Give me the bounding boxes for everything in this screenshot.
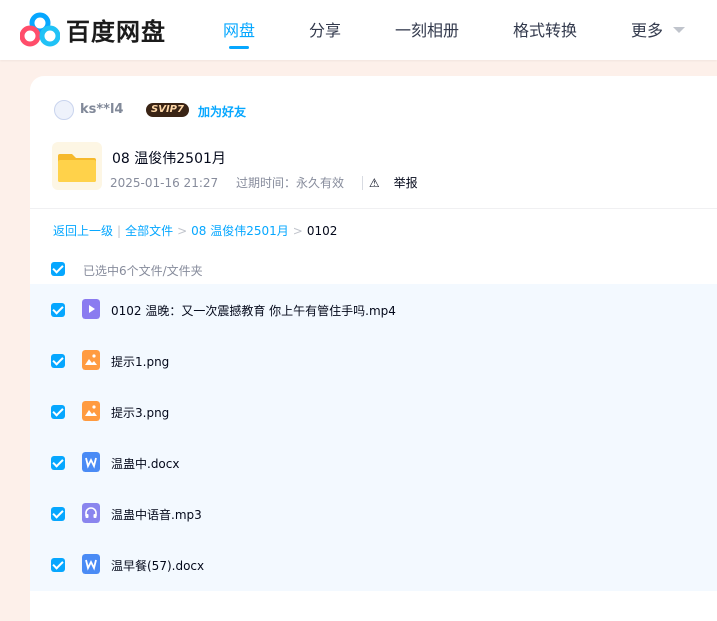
- video-file-icon: [82, 299, 100, 319]
- top-header: 百度网盘 网盘 分享 一刻相册 格式转换 更多: [0, 0, 717, 60]
- share-title: 08 温俊伟2501月: [112, 151, 226, 167]
- report-icon: ⚠: [368, 176, 380, 190]
- share-date: 2025-01-16 21:27: [110, 176, 219, 190]
- nav-more[interactable]: 更多: [631, 17, 663, 41]
- file-checkbox[interactable]: [51, 507, 65, 521]
- image-file-icon: [82, 350, 100, 370]
- file-row[interactable]: 温蛊中语音.mp3: [30, 488, 717, 539]
- file-checkbox[interactable]: [51, 354, 65, 368]
- file-name[interactable]: 提示3.png: [111, 404, 169, 421]
- file-name[interactable]: 温蛊中.docx: [111, 455, 179, 472]
- sharer-username[interactable]: ks**l4: [80, 102, 123, 117]
- file-row[interactable]: 温蛊中.docx: [30, 437, 717, 488]
- file-name[interactable]: 0102 温晚：又一次震撼教育 你上午有管住手吗.mp4: [111, 302, 396, 319]
- file-name[interactable]: 温蛊中语音.mp3: [111, 506, 202, 523]
- chevron-down-icon[interactable]: [673, 27, 685, 33]
- avatar[interactable]: [54, 100, 74, 120]
- word-file-icon: [82, 554, 100, 574]
- file-name[interactable]: 提示1.png: [111, 353, 169, 370]
- nav-share[interactable]: 分享: [309, 17, 341, 41]
- nav-active-indicator: [229, 46, 249, 49]
- word-file-icon: [82, 452, 100, 472]
- breadcrumb-back[interactable]: 返回上一级: [53, 224, 113, 238]
- share-folder-thumbnail: [52, 142, 102, 190]
- share-card: ks**l4 SVIP7 加为好友 08 温俊伟2501月 2025-01-16…: [30, 76, 717, 621]
- file-checkbox[interactable]: [51, 558, 65, 572]
- breadcrumb-separator: >: [292, 224, 303, 238]
- share-expire: 过期时间：永久有效: [235, 176, 344, 190]
- share-meta: 2025-01-16 21:27 过期时间：永久有效 ⚠ 举报: [110, 174, 446, 191]
- breadcrumb-all-files[interactable]: 全部文件: [125, 224, 173, 238]
- breadcrumb-folder[interactable]: 08 温俊伟2501月: [191, 224, 289, 238]
- add-friend-link[interactable]: 加为好友: [198, 103, 246, 120]
- select-all-checkbox[interactable]: [51, 262, 65, 276]
- file-row[interactable]: 温早餐(57).docx: [30, 539, 717, 590]
- nav-netdisk[interactable]: 网盘: [223, 17, 255, 41]
- baidu-netdisk-logo-icon[interactable]: [20, 12, 60, 48]
- svip-badge: SVIP7: [146, 103, 189, 117]
- file-name[interactable]: 温早餐(57).docx: [111, 557, 204, 574]
- report-label: 举报: [393, 176, 418, 190]
- nav-moment-album[interactable]: 一刻相册: [395, 17, 459, 41]
- image-file-icon: [82, 401, 100, 421]
- file-checkbox[interactable]: [51, 303, 65, 317]
- nav-format-convert[interactable]: 格式转换: [513, 17, 577, 41]
- file-checkbox[interactable]: [51, 405, 65, 419]
- report-link[interactable]: ⚠ 举报: [361, 176, 432, 190]
- file-checkbox[interactable]: [51, 456, 65, 470]
- breadcrumb-divider: |: [117, 224, 122, 238]
- selection-count-label: 已选中6个文件/文件夹: [83, 264, 203, 278]
- file-row[interactable]: 0102 温晚：又一次震撼教育 你上午有管住手吗.mp4: [30, 284, 717, 335]
- divider: [30, 208, 717, 209]
- file-row[interactable]: 提示3.png: [30, 386, 717, 437]
- file-list: 0102 温晚：又一次震撼教育 你上午有管住手吗.mp4 提示1.png 提示3…: [30, 284, 717, 591]
- logo-text[interactable]: 百度网盘: [66, 12, 166, 47]
- breadcrumb: 返回上一级 | 全部文件 >08 温俊伟2501月 >0102: [53, 222, 337, 239]
- breadcrumb-separator: >: [177, 224, 188, 238]
- folder-icon: [58, 154, 96, 182]
- file-row[interactable]: 提示1.png: [30, 335, 717, 386]
- breadcrumb-current: 0102: [306, 224, 338, 238]
- audio-file-icon: [82, 503, 100, 523]
